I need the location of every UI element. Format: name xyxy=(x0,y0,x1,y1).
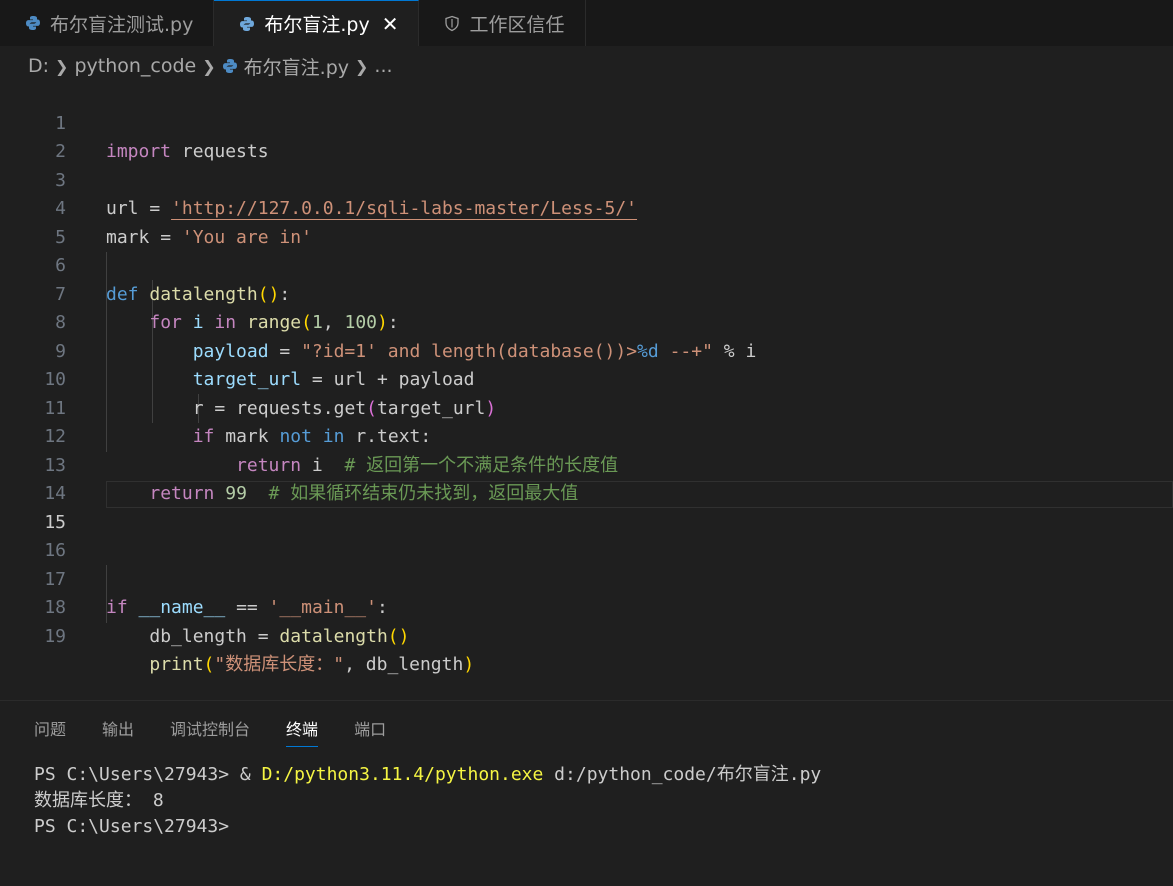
token-paren: ) xyxy=(463,654,475,675)
tab-output[interactable]: 输出 xyxy=(102,716,134,747)
breadcrumb-folder[interactable]: python_code xyxy=(74,55,196,77)
editor-tab-bar: 布尔盲注测试.py 布尔盲注.py ✕ 工作区信任 xyxy=(0,0,1173,46)
tab-label: 布尔盲注测试.py xyxy=(50,13,194,36)
code-line: 7 for i in range(1, 100): xyxy=(0,252,1173,334)
tab-debug-console[interactable]: 调试控制台 xyxy=(170,716,250,747)
code-line: 8 payload = "?id=1' and length(database(… xyxy=(0,281,1173,362)
code-line: 5 xyxy=(0,195,1173,248)
tab-bool-blind-test[interactable]: 布尔盲注测试.py xyxy=(0,0,215,46)
token-string: "数据库长度：" xyxy=(214,654,345,675)
close-icon[interactable]: ✕ xyxy=(382,12,399,36)
python-icon xyxy=(222,58,238,74)
code-line: 10 r = requests.get(target_url) xyxy=(0,338,1173,419)
token-operator: = xyxy=(246,625,280,647)
panel-divider[interactable] xyxy=(0,700,1173,701)
code-line: 1 import requests xyxy=(0,81,1173,163)
terminal[interactable]: PS C:\Users\27943> & D:/python3.11.4/pyt… xyxy=(34,762,821,840)
code-line: 12 return i # 返回第一个不满足条件的长度值 xyxy=(0,395,1173,476)
code-line: 2 xyxy=(0,110,1173,162)
token-paren: ( xyxy=(203,654,215,675)
code-line: 18 db_length = datalength() xyxy=(0,566,1173,647)
panel-tabs: 问题 输出 调试控制台 终端 端口 xyxy=(34,716,422,747)
chevron-right-icon: ❯ xyxy=(355,56,369,76)
token-paren: () xyxy=(387,625,410,647)
code-line: 3 url = 'http://127.0.0.1/sqli-labs-mast… xyxy=(0,138,1173,220)
terminal-argument: d:/python_code/布尔盲注.py xyxy=(543,764,822,785)
chevron-right-icon: ❯ xyxy=(55,56,69,76)
python-icon xyxy=(24,15,42,31)
tab-workspace-trust[interactable]: 工作区信任 xyxy=(419,0,586,46)
code-editor[interactable]: 1 import requests 2 3 url = 'http://127.… xyxy=(0,81,1173,676)
code-line: 11 if mark not in r.text: xyxy=(0,366,1173,448)
token-variable: db_length xyxy=(149,625,247,647)
breadcrumb-drive[interactable]: D: xyxy=(28,55,49,77)
tab-label: 布尔盲注.py xyxy=(264,14,370,36)
token-variable: db_length xyxy=(365,654,464,675)
code-line: 16 xyxy=(0,509,1173,561)
terminal-executable: D:/python3.11.4/python.exe xyxy=(261,764,544,785)
terminal-prompt: PS C:\Users\27943> & xyxy=(34,764,262,785)
token-comma: , xyxy=(344,654,366,675)
shield-icon xyxy=(443,15,461,32)
code-line-current: 15 xyxy=(0,480,1173,533)
tab-bool-blind[interactable]: 布尔盲注.py ✕ xyxy=(214,0,420,46)
code-line: 17 if __name__ == '__main__': xyxy=(0,537,1173,619)
code-line: 13 return 99 # 如果循环结束仍未找到，返回最大值 xyxy=(0,423,1173,505)
code-line: 4 mark = 'You are in' xyxy=(0,167,1173,248)
code-line: 6 def datalength(): xyxy=(0,224,1173,305)
code-line: 19 print("数据库长度：", db_length) xyxy=(0,594,1173,676)
tab-terminal[interactable]: 终端 xyxy=(286,716,319,747)
token-function: datalength xyxy=(279,625,388,647)
line-number: 19 xyxy=(44,625,66,647)
tab-problems[interactable]: 问题 xyxy=(34,716,66,747)
breadcrumb: D: ❯ python_code ❯ 布尔盲注.py ❯ ... xyxy=(28,52,393,80)
breadcrumb-more[interactable]: ... xyxy=(374,55,392,77)
token-function: print xyxy=(149,654,204,675)
terminal-prompt-line: PS C:\Users\27943> xyxy=(34,816,230,837)
breadcrumb-file[interactable]: 布尔盲注.py xyxy=(244,53,349,80)
tab-label: 工作区信任 xyxy=(469,13,565,36)
tab-ports[interactable]: 端口 xyxy=(354,716,386,747)
code-line: 9 target_url = url + payload xyxy=(0,309,1173,391)
chevron-right-icon: ❯ xyxy=(202,56,216,76)
terminal-output: 数据库长度： 8 xyxy=(34,790,164,811)
python-icon xyxy=(238,16,256,32)
terminal-line: PS C:\Users\27943> & D:/python3.11.4/pyt… xyxy=(34,762,821,788)
code-line: 14 xyxy=(0,452,1173,504)
